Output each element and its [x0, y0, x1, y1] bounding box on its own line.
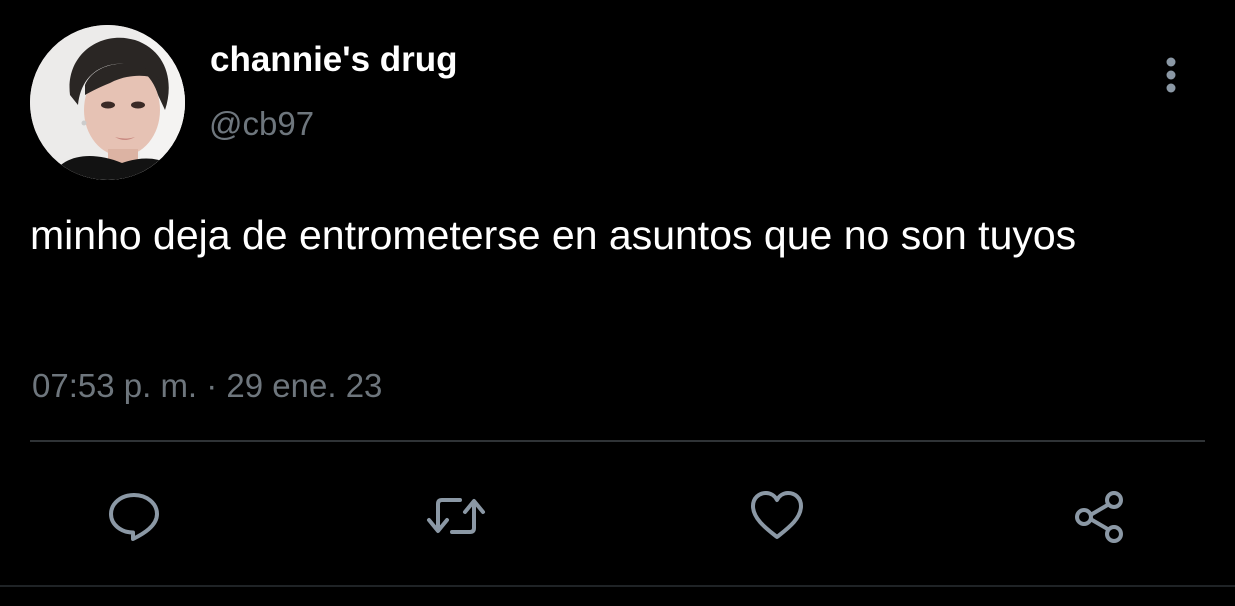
tweet-card: channie's drug @cb97 minho deja de entro… [0, 0, 1235, 606]
retweet-button[interactable] [424, 484, 488, 548]
reply-button[interactable] [102, 484, 166, 548]
share-button[interactable] [1067, 484, 1131, 548]
avatar-photo [30, 25, 185, 180]
bottom-divider [0, 585, 1235, 587]
divider [30, 440, 1205, 442]
retweet-icon [427, 498, 485, 534]
tweet-text: minho deja de entrometerse en asuntos qu… [30, 212, 1077, 258]
comment-icon [109, 493, 159, 541]
more-options-button[interactable] [1150, 50, 1192, 100]
like-button[interactable] [745, 484, 809, 548]
username-handle[interactable]: @cb97 [209, 104, 314, 144]
heart-icon [751, 491, 803, 539]
tweet-timestamp[interactable]: 07:53 p. m. · 29 ene. 23 [32, 366, 382, 406]
more-vertical-icon [1166, 57, 1176, 93]
share-icon [1075, 491, 1123, 543]
avatar[interactable] [30, 25, 185, 180]
display-name[interactable]: channie's drug [210, 40, 458, 80]
